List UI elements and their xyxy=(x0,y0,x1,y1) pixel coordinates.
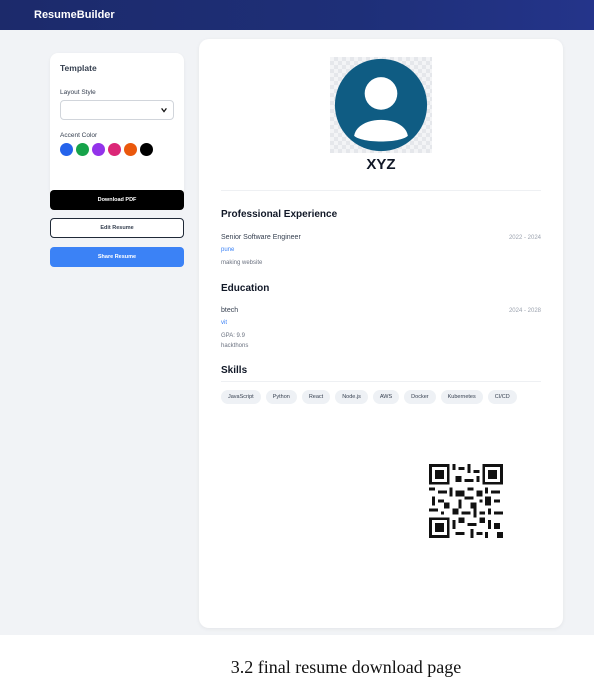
education-dates: 2024 - 2028 xyxy=(508,308,541,314)
education-institution: vit xyxy=(221,320,227,326)
education-degree: btech xyxy=(221,307,239,314)
skill-chip: Node.js xyxy=(335,390,368,404)
download-pdf-button[interactable]: Download PDF xyxy=(50,190,184,210)
header-divider xyxy=(221,190,541,191)
user-avatar-icon xyxy=(334,58,428,152)
experience-dates: 2022 - 2024 xyxy=(508,235,541,241)
accent-swatch-purple[interactable] xyxy=(92,143,105,156)
layout-style-select[interactable] xyxy=(60,100,174,120)
skill-chip: Kubernetes xyxy=(440,390,483,404)
figure-caption: 3.2 final resume download page xyxy=(230,657,462,677)
layout-style-label: Layout Style xyxy=(60,89,96,96)
experience-role: Senior Software Engineer xyxy=(221,234,301,241)
education-section-title: Education xyxy=(221,283,270,294)
accent-color-swatches xyxy=(60,143,174,156)
skill-chip: AWS xyxy=(372,390,400,404)
app-area: Template Layout Style Accent Color Downl… xyxy=(0,30,594,635)
skills-section-title: Skills xyxy=(221,365,248,376)
accent-swatch-pink[interactable] xyxy=(108,143,121,156)
top-navbar: ResumeBuilder xyxy=(0,0,594,30)
template-panel: Template Layout Style Accent Color xyxy=(50,53,184,197)
profile-photo xyxy=(330,57,432,153)
qr-code-icon xyxy=(429,464,503,538)
skills-divider xyxy=(221,381,541,382)
skill-chip: Docker xyxy=(404,390,436,404)
accent-swatch-green[interactable] xyxy=(76,143,89,156)
education-extra: hackthons xyxy=(221,343,249,349)
experience-section-title: Professional Experience xyxy=(221,209,338,220)
skill-chip: React xyxy=(301,390,331,404)
experience-description: making website xyxy=(221,260,263,266)
skill-chip: CI/CD xyxy=(487,390,517,404)
resume-name: XYZ xyxy=(366,156,396,173)
accent-color-label: Accent Color xyxy=(60,132,98,139)
chevron-down-icon xyxy=(161,108,167,113)
skill-chip: JavaScript xyxy=(221,390,261,404)
accent-swatch-orange[interactable] xyxy=(124,143,137,156)
accent-swatch-blue[interactable] xyxy=(60,143,73,156)
edit-resume-button[interactable]: Edit Resume xyxy=(50,218,184,238)
brand-logo[interactable]: ResumeBuilder xyxy=(34,9,115,21)
education-gpa: GPA: 9.9 xyxy=(221,333,245,339)
template-title: Template xyxy=(60,63,97,73)
skill-chip: Python xyxy=(265,390,297,404)
experience-company: pune xyxy=(221,247,235,253)
accent-swatch-black[interactable] xyxy=(140,143,153,156)
resume-preview: XYZ Professional Experience Senior Softw… xyxy=(199,39,563,628)
skills-list: JavaScript Python React Node.js AWS Dock… xyxy=(221,390,517,404)
share-resume-button[interactable]: Share Resume xyxy=(50,247,184,267)
